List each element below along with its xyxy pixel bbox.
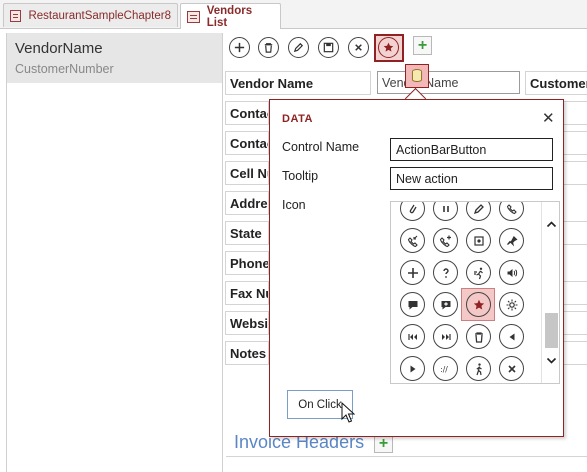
control-name-field[interactable]: ActionBarButton — [390, 138, 553, 161]
tab-vendors-list[interactable]: Vendors List — [180, 3, 281, 29]
record-list[interactable]: VendorName CustomerNumber — [6, 33, 223, 472]
label-website[interactable]: Websit — [225, 311, 269, 335]
add-action-button[interactable] — [229, 37, 250, 58]
label-contact-1[interactable]: Contac — [225, 101, 269, 125]
label-state[interactable]: State — [225, 221, 269, 245]
cancel-icon — [355, 44, 362, 51]
vendor-name-textbox[interactable]: Vendor Name — [377, 71, 520, 94]
cancel-action-button[interactable] — [348, 37, 369, 58]
data-source-icon[interactable] — [405, 64, 429, 88]
plus-icon: + — [378, 434, 389, 452]
label-phone[interactable]: Phone — [225, 251, 269, 275]
star-icon[interactable] — [466, 292, 491, 317]
list-secondary-field: CustomerNumber — [15, 62, 114, 76]
icon-grid-scrollbar[interactable] — [541, 202, 559, 383]
sun-icon[interactable] — [499, 292, 524, 317]
add-action-bar-button[interactable]: + — [413, 36, 432, 55]
tab-label: RestaurantSampleChapter8 — [28, 9, 171, 22]
edit-action-button[interactable] — [288, 37, 309, 58]
tab-label: Vendors List — [206, 4, 253, 29]
speech-bubble-icon[interactable] — [400, 292, 425, 317]
tooltip-label: Tooltip — [282, 169, 319, 183]
edit-icon — [293, 42, 304, 53]
save-icon — [323, 42, 334, 53]
form-icon — [187, 10, 200, 23]
label-cell-number[interactable]: Cell Nu — [225, 161, 269, 185]
label-notes[interactable]: Notes — [225, 341, 269, 365]
svg-text:://: :// — [440, 365, 448, 374]
icon-picker-grid[interactable]: :// — [390, 201, 560, 384]
pause-icon[interactable] — [433, 202, 458, 221]
triangle-left-icon[interactable] — [499, 324, 524, 349]
photo-icon[interactable] — [466, 228, 491, 253]
speaker-icon[interactable] — [499, 260, 524, 285]
triangle-right-icon[interactable] — [400, 356, 425, 381]
icon-label: Icon — [282, 198, 306, 212]
phone-incoming-icon[interactable] — [400, 228, 425, 253]
walk-icon[interactable] — [466, 356, 491, 381]
selected-list-item[interactable]: VendorName CustomerNumber — [7, 33, 222, 83]
phone-plus-icon[interactable] — [433, 228, 458, 253]
database-icon — [411, 69, 423, 82]
scrollbar-thumb[interactable] — [545, 313, 558, 348]
pin-icon[interactable] — [499, 228, 524, 253]
form-icon — [10, 9, 22, 22]
url-icon[interactable]: :// — [433, 356, 458, 381]
control-name-label: Control Name — [282, 140, 360, 154]
close-icon[interactable]: ✕ — [542, 109, 555, 127]
plus-icon[interactable] — [400, 260, 425, 285]
star-icon — [383, 42, 394, 52]
paperclip-icon[interactable] — [400, 202, 425, 221]
label-fax-number[interactable]: Fax Nu — [225, 281, 269, 305]
document-tab-strip: RestaurantSampleChapter8 Vendors List — [0, 0, 587, 29]
phone-icon[interactable] — [499, 202, 524, 221]
x-icon[interactable] — [499, 356, 524, 381]
subform-divider — [226, 456, 587, 457]
tab-restaurant-sample[interactable]: RestaurantSampleChapter8 — [3, 3, 178, 27]
delete-icon — [264, 43, 273, 53]
new-action-button[interactable] — [378, 37, 399, 58]
skip-back-icon[interactable] — [400, 324, 425, 349]
pencil-icon[interactable] — [466, 202, 491, 221]
popup-title: DATA — [282, 113, 313, 125]
list-primary-field: VendorName — [15, 40, 103, 57]
tooltip-field[interactable]: New action — [390, 167, 553, 190]
run-icon[interactable] — [466, 260, 491, 285]
question-icon[interactable] — [433, 260, 458, 285]
label-address[interactable]: Addres — [225, 191, 269, 215]
save-action-button[interactable] — [318, 37, 339, 58]
skip-forward-icon[interactable] — [433, 324, 458, 349]
chevron-down-icon[interactable] — [546, 355, 557, 366]
delete-action-button[interactable] — [258, 37, 279, 58]
label-vendor-name[interactable]: Vendor Name — [225, 71, 371, 95]
trash-icon[interactable] — [466, 324, 491, 349]
mouse-cursor-icon — [341, 402, 355, 423]
speech-plus-icon[interactable] — [433, 292, 458, 317]
label-customer[interactable]: Customer — [525, 71, 587, 95]
label-contact-2[interactable]: Contac — [225, 131, 269, 155]
add-icon — [234, 42, 245, 53]
chevron-up-icon[interactable] — [546, 219, 557, 230]
data-properties-popup: DATA ✕ Control Name ActionBarButton Tool… — [269, 99, 564, 437]
plus-icon: + — [417, 36, 428, 54]
